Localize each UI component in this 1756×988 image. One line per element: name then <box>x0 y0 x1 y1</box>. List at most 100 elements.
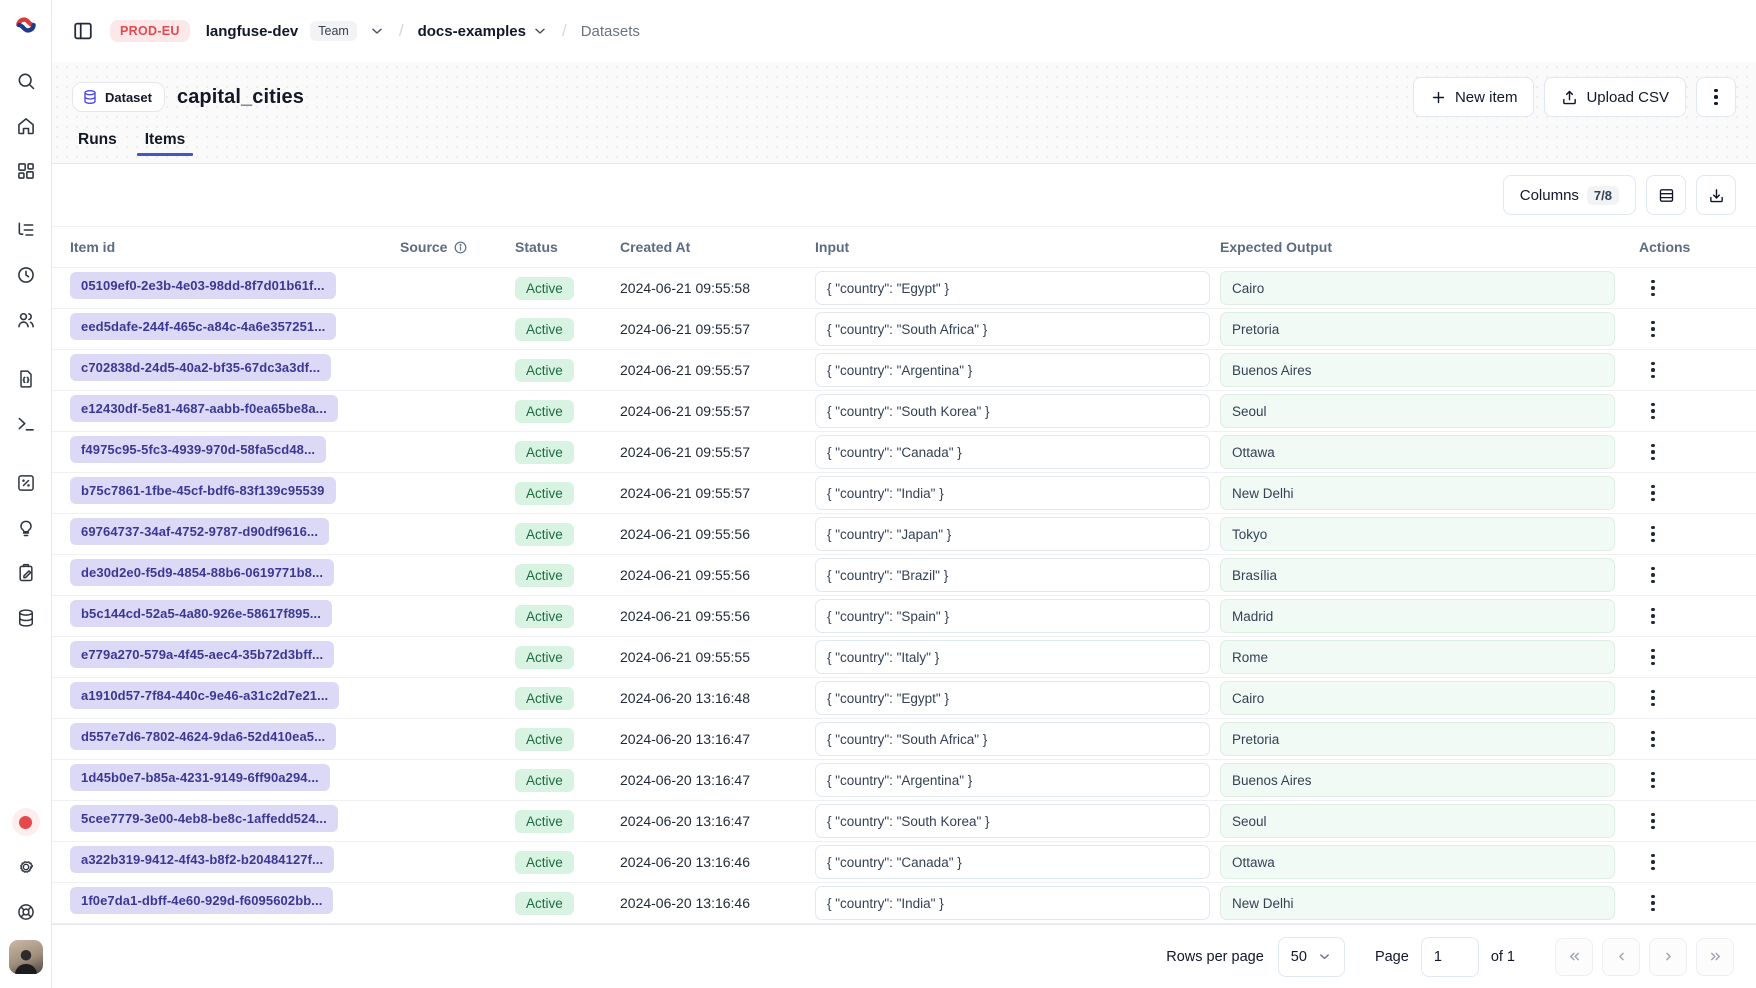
sessions-icon[interactable] <box>9 258 43 292</box>
prompts-icon[interactable] <box>9 362 43 396</box>
upload-csv-button[interactable]: Upload CSV <box>1544 77 1686 117</box>
breadcrumb-datasets[interactable]: Datasets <box>581 23 640 40</box>
user-avatar[interactable] <box>9 940 43 974</box>
item-id-pill[interactable]: 1d45b0e7-b85a-4231-9149-6ff90a294... <box>70 764 330 791</box>
langfuse-logo-icon[interactable] <box>13 12 39 38</box>
row-actions-button[interactable] <box>1639 848 1667 876</box>
evaluation-icon[interactable] <box>9 466 43 500</box>
item-id-pill[interactable]: e12430df-5e81-4687-aabb-f0ea65be8a... <box>70 395 338 422</box>
table-row[interactable]: e12430df-5e81-4687-aabb-f0ea65be8a... Ac… <box>52 391 1756 432</box>
item-id-pill[interactable]: 5cee7779-3e00-4eb8-be8c-1affedd524... <box>70 805 338 832</box>
table-row[interactable]: a322b319-9412-4f43-b8f2-b20484127f... Ac… <box>52 842 1756 883</box>
status-badge: Active <box>515 646 574 669</box>
next-page-button[interactable] <box>1649 938 1687 976</box>
expected-output-cell: New Delhi <box>1220 886 1615 920</box>
table-row[interactable]: b75c7861-1fbe-45cf-bdf6-83f139c95539 Act… <box>52 473 1756 514</box>
first-page-button[interactable] <box>1555 938 1593 976</box>
table-row[interactable]: f4975c95-5fc3-4939-970d-58fa5cd48... Act… <box>52 432 1756 473</box>
annotation-icon[interactable] <box>9 556 43 590</box>
item-id-pill[interactable]: a1910d57-7f84-440c-9e46-a31c2d7e21... <box>70 682 339 709</box>
row-actions-button[interactable] <box>1639 356 1667 384</box>
tab-runs[interactable]: Runs <box>76 124 119 156</box>
home-icon[interactable] <box>9 109 43 143</box>
kebab-icon <box>1651 731 1655 748</box>
items-table: Item id Source Status Created At Input E… <box>52 226 1756 924</box>
page-number-input[interactable] <box>1421 937 1479 977</box>
item-id-pill[interactable]: f4975c95-5fc3-4939-970d-58fa5cd48... <box>70 436 326 463</box>
insights-icon[interactable] <box>9 511 43 545</box>
table-row[interactable]: e779a270-579a-4f45-aec4-35b72d3bff... Ac… <box>52 637 1756 678</box>
item-id-pill[interactable]: c702838d-24d5-40a2-bf35-67dc3a3df... <box>70 354 331 381</box>
table-row[interactable]: 05109ef0-2e3b-4e03-98dd-8f7d01b61f... Ac… <box>52 268 1756 309</box>
row-actions-button[interactable] <box>1639 889 1667 917</box>
created-at-cell: 2024-06-20 13:16:48 <box>620 690 805 706</box>
tracing-icon[interactable] <box>9 213 43 247</box>
columns-button[interactable]: Columns 7/8 <box>1503 175 1636 215</box>
row-height-button[interactable] <box>1646 175 1686 215</box>
item-id-pill[interactable]: de30d2e0-f5d9-4854-88b6-0619771b8... <box>70 559 334 586</box>
org-chevron-down-icon[interactable] <box>369 23 385 39</box>
table-row[interactable]: d557e7d6-7802-4624-9da6-52d410ea5... Act… <box>52 719 1756 760</box>
kebab-icon <box>1651 895 1655 912</box>
previous-page-button[interactable] <box>1602 938 1640 976</box>
playground-icon[interactable] <box>9 407 43 441</box>
rows-per-page-select[interactable]: 50 <box>1278 937 1345 977</box>
new-item-button[interactable]: New item <box>1413 77 1535 117</box>
table-row[interactable]: 5cee7779-3e00-4eb8-be8c-1affedd524... Ac… <box>52 801 1756 842</box>
row-actions-button[interactable] <box>1639 684 1667 712</box>
row-actions-button[interactable] <box>1639 725 1667 753</box>
item-id-pill[interactable]: b75c7861-1fbe-45cf-bdf6-83f139c95539 <box>70 477 336 504</box>
last-page-button[interactable] <box>1696 938 1734 976</box>
input-cell: { "country": "Egypt" } <box>815 681 1210 715</box>
item-id-pill[interactable]: e779a270-579a-4f45-aec4-35b72d3bff... <box>70 641 334 668</box>
item-id-pill[interactable]: eed5dafe-244f-465c-a84c-4a6e357251... <box>70 313 336 340</box>
item-id-pill[interactable]: 1f0e7da1-dbff-4e60-929d-f6095602bb... <box>70 887 333 914</box>
kebab-icon <box>1651 649 1655 666</box>
table-row[interactable]: c702838d-24d5-40a2-bf35-67dc3a3df... Act… <box>52 350 1756 391</box>
item-id-pill[interactable]: b5c144cd-52a5-4a80-926e-58617f895... <box>70 600 332 627</box>
table-body: 05109ef0-2e3b-4e03-98dd-8f7d01b61f... Ac… <box>52 268 1756 924</box>
table-row[interactable]: b5c144cd-52a5-4a80-926e-58617f895... Act… <box>52 596 1756 637</box>
table-row[interactable]: 1d45b0e7-b85a-4231-9149-6ff90a294... Act… <box>52 760 1756 801</box>
item-id-pill[interactable]: d557e7d6-7802-4624-9da6-52d410ea5... <box>70 723 336 750</box>
row-actions-button[interactable] <box>1639 602 1667 630</box>
row-actions-button[interactable] <box>1639 766 1667 794</box>
org-name[interactable]: langfuse-dev <box>206 23 299 40</box>
sidebar-toggle-icon[interactable] <box>68 16 98 46</box>
row-actions-button[interactable] <box>1639 561 1667 589</box>
row-actions-button[interactable] <box>1639 520 1667 548</box>
input-cell: { "country": "India" } <box>815 476 1210 510</box>
row-actions-button[interactable] <box>1639 315 1667 343</box>
row-actions-button[interactable] <box>1639 807 1667 835</box>
project-selector[interactable]: docs-examples <box>418 23 548 40</box>
expected-output-cell: Ottawa <box>1220 845 1615 879</box>
rows-icon <box>1658 187 1675 204</box>
table-row[interactable]: de30d2e0-f5d9-4854-88b6-0619771b8... Act… <box>52 555 1756 596</box>
row-actions-button[interactable] <box>1639 397 1667 425</box>
item-id-pill[interactable]: a322b319-9412-4f43-b8f2-b20484127f... <box>70 846 334 873</box>
recording-indicator[interactable] <box>12 808 40 836</box>
search-icon[interactable] <box>9 64 43 98</box>
table-row[interactable]: 69764737-34af-4752-9787-d90df9616... Act… <box>52 514 1756 555</box>
settings-icon[interactable] <box>9 850 43 884</box>
export-button[interactable] <box>1696 175 1736 215</box>
support-icon[interactable] <box>9 895 43 929</box>
table-row[interactable]: a1910d57-7f84-440c-9e46-a31c2d7e21... Ac… <box>52 678 1756 719</box>
dataset-more-actions-button[interactable] <box>1696 77 1736 117</box>
row-actions-button[interactable] <box>1639 438 1667 466</box>
item-id-pill[interactable]: 69764737-34af-4752-9787-d90df9616... <box>70 518 329 545</box>
item-id-pill[interactable]: 05109ef0-2e3b-4e03-98dd-8f7d01b61f... <box>70 272 336 299</box>
info-icon[interactable] <box>453 240 468 255</box>
table-row[interactable]: eed5dafe-244f-465c-a84c-4a6e357251... Ac… <box>52 309 1756 350</box>
status-badge: Active <box>515 400 574 423</box>
column-header-created-at: Created At <box>620 239 805 255</box>
datasets-icon[interactable] <box>9 601 43 635</box>
dashboard-icon[interactable] <box>9 154 43 188</box>
tab-items[interactable]: Items <box>143 124 188 156</box>
table-row[interactable]: 1f0e7da1-dbff-4e60-929d-f6095602bb... Ac… <box>52 883 1756 924</box>
kebab-icon <box>1651 321 1655 338</box>
row-actions-button[interactable] <box>1639 274 1667 302</box>
row-actions-button[interactable] <box>1639 479 1667 507</box>
users-icon[interactable] <box>9 303 43 337</box>
row-actions-button[interactable] <box>1639 643 1667 671</box>
